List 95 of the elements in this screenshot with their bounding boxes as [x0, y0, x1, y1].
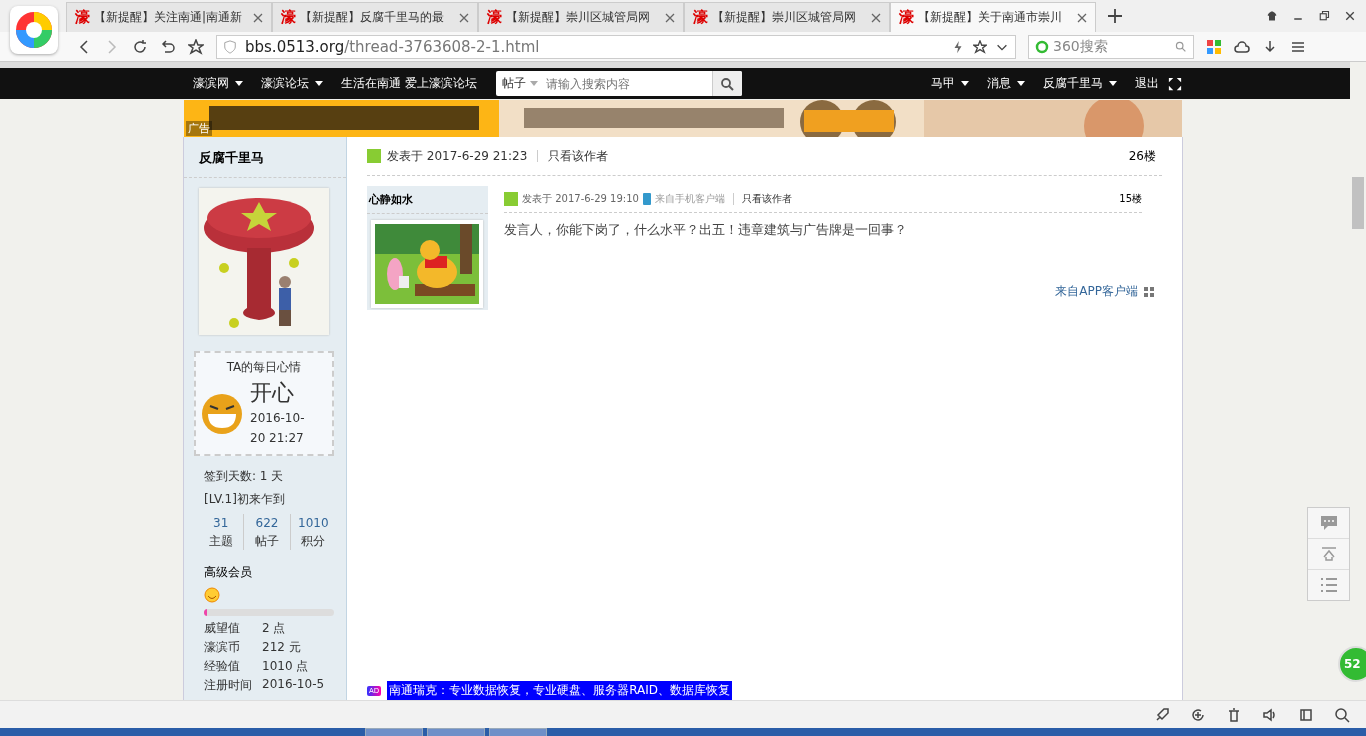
fullscreen-icon[interactable]: [1168, 76, 1182, 91]
phone-icon: [642, 193, 651, 205]
tab-title: 【新提醒】崇川区城管局网: [712, 9, 857, 26]
floor-number: 26楼: [1128, 147, 1156, 165]
nav-link[interactable]: 生活在南通 爱上濠滨论坛: [332, 75, 486, 92]
browser-logo[interactable]: [10, 6, 58, 54]
site-favicon: 濠: [693, 8, 708, 27]
new-tab-icon[interactable]: [1108, 9, 1122, 23]
download-icon[interactable]: [1262, 38, 1278, 55]
undo-icon[interactable]: [160, 38, 176, 55]
post-source: 来自手机客户端: [654, 192, 725, 206]
grin-emoji-icon: [200, 392, 244, 436]
stat-label: 积分: [300, 533, 327, 550]
author-name[interactable]: 反腐千里马: [184, 137, 346, 178]
site-favicon: 濠: [899, 8, 914, 27]
user-group: 高级会员: [184, 564, 346, 581]
only-author-link[interactable]: 只看该作者: [741, 192, 792, 206]
speech-bubble-icon: [1319, 514, 1338, 532]
ad-label: 广告: [186, 121, 212, 136]
user-icon: [504, 192, 518, 206]
site-favicon: 濠: [487, 8, 502, 27]
smiley-icon: [204, 587, 220, 603]
info-value: 2016-10-5: [262, 677, 326, 693]
browser-tab[interactable]: 濠 【新提醒】关于南通市崇川: [890, 2, 1096, 32]
search-button[interactable]: [711, 71, 742, 96]
cloud-icon[interactable]: [1234, 38, 1250, 55]
tab-title: 【新提醒】关注南通|南通新: [94, 9, 244, 26]
post-time: 发表于 2017-6-29 21:23: [387, 147, 528, 165]
user-rank: [LV.1]初来乍到: [203, 491, 286, 508]
info-label: 经验值: [204, 658, 241, 675]
nav-link[interactable]: 濠滨论坛: [252, 75, 332, 92]
search-field[interactable]: 360搜索: [1028, 34, 1194, 59]
close-icon[interactable]: [1344, 10, 1356, 22]
info-value: 1010 点: [262, 658, 310, 675]
tab-title: 【新提醒】关于南通市崇川: [918, 9, 1063, 26]
info-label: 威望值: [204, 620, 241, 637]
nav-link[interactable]: 马甲: [922, 75, 978, 92]
nav-link[interactable]: 濠滨网: [184, 75, 252, 92]
app-source-link[interactable]: 来自APP客户端: [1055, 283, 1154, 300]
stat-value[interactable]: 622: [244, 514, 290, 532]
mood-text: 开心: [250, 379, 295, 407]
close-icon[interactable]: [459, 12, 469, 23]
tab-title: 【新提醒】反腐千里马的最: [300, 9, 445, 26]
close-icon[interactable]: [871, 12, 881, 23]
trash-icon[interactable]: [1226, 706, 1242, 723]
top-arrow-icon: [1320, 546, 1337, 562]
info-label: 注册时间: [204, 677, 253, 694]
mood-title: TA的每日心情: [225, 359, 303, 376]
only-author-link[interactable]: 只看该作者: [548, 147, 609, 165]
browser-tab[interactable]: 濠 【新提醒】反腐千里马的最: [272, 2, 478, 32]
floor-number: 15楼: [1119, 192, 1142, 206]
user-icon: [367, 149, 381, 163]
close-icon[interactable]: [1077, 12, 1087, 23]
nav-link[interactable]: 退出: [1126, 75, 1168, 92]
swirl-icon: [15, 11, 53, 49]
post-time: 发表于 2017-6-29 19:10: [522, 192, 639, 206]
post-content: 发言人，你能下岗了，什么水平？出五！违章建筑与广告牌是一回事？: [504, 221, 908, 239]
caret-icon: [529, 81, 538, 86]
checkin-days: 签到天数: 1 天: [184, 468, 346, 485]
ad-link[interactable]: 南通瑞克：专业数据恢复，专业硬盘、服务器RAID、数据库恢复: [387, 681, 733, 700]
site-favicon: 濠: [281, 8, 296, 27]
info-value: 2 点: [262, 620, 287, 637]
site-favicon: 濠: [75, 8, 90, 27]
search-icon[interactable]: [1334, 706, 1350, 723]
shirt-icon[interactable]: [1266, 10, 1278, 22]
address-bar[interactable]: bbs.0513.org/thread-3763608-2-1.html: [216, 34, 1016, 59]
mood-time: 2016-10-20 21:27: [250, 410, 306, 447]
browser-tab[interactable]: 濠 【新提醒】关注南通|南通新: [66, 2, 272, 32]
nav-link[interactable]: 消息: [978, 75, 1034, 92]
close-icon[interactable]: [665, 12, 675, 23]
search-bar[interactable]: 帖子 请输入搜索内容: [495, 71, 742, 96]
search-icon: [720, 76, 735, 91]
tab-title: 【新提醒】崇川区城管局网: [506, 9, 651, 26]
browser-tab[interactable]: 濠 【新提醒】崇川区城管局网: [684, 2, 890, 32]
info-value: 212 元: [262, 639, 302, 656]
restore-icon[interactable]: [1318, 10, 1330, 22]
refresh-icon[interactable]: [1190, 706, 1206, 723]
apps-icon[interactable]: [1206, 38, 1222, 55]
window-icon[interactable]: [1298, 706, 1314, 723]
stat-value[interactable]: 31: [198, 514, 244, 532]
browser-tab[interactable]: 濠 【新提醒】崇川区城管局网: [478, 2, 684, 32]
close-icon[interactable]: [253, 12, 263, 23]
speaker-icon[interactable]: [1262, 706, 1278, 723]
stat-label: 帖子: [254, 533, 280, 550]
ring-icon: [1035, 39, 1049, 54]
reload-icon[interactable]: [132, 38, 148, 55]
stat-label: 主题: [207, 533, 234, 550]
list-icon: [1320, 578, 1337, 592]
info-label: 濠滨币: [204, 639, 241, 656]
star-icon[interactable]: [188, 38, 204, 55]
stat-value[interactable]: 1010: [290, 514, 336, 532]
search-scope-dropdown[interactable]: 帖子: [495, 71, 544, 96]
nav-link[interactable]: 反腐千里马: [1034, 75, 1126, 92]
qr-code-icon: [1144, 286, 1154, 297]
star-icon[interactable]: [973, 39, 987, 54]
